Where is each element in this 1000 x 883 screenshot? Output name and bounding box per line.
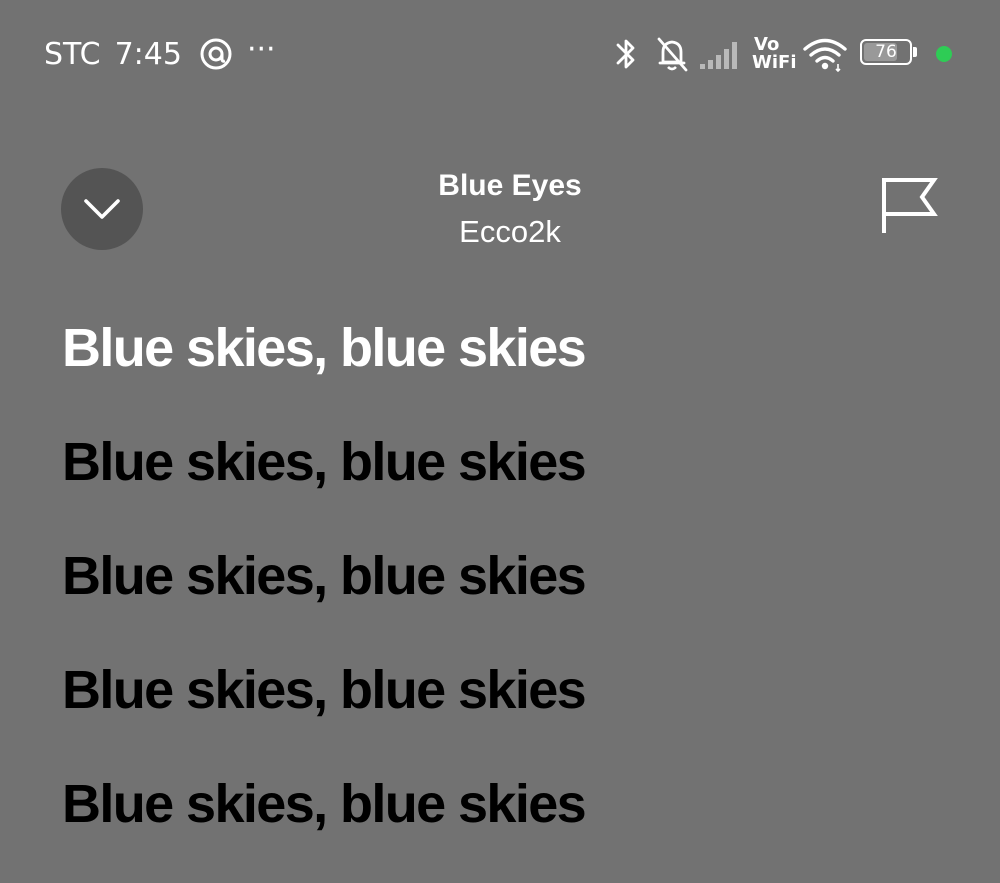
track-title: Blue Eyes (438, 169, 582, 202)
battery-icon: 76 (860, 39, 920, 69)
status-bar-left: STC 7:45 ··· (44, 32, 276, 76)
more-icon: ··· (246, 32, 276, 67)
battery-tip (913, 47, 917, 57)
wifi-icon (802, 35, 848, 73)
threads-icon (199, 37, 233, 71)
vowifi-bottom-label: WiFi (752, 52, 797, 73)
privacy-indicator-dot (936, 46, 952, 62)
carrier-name: STC (44, 36, 101, 72)
lyric-line[interactable]: Blue skies, blue skies (62, 427, 962, 497)
status-bar: STC 7:45 ··· Vo WiFi 76 (0, 0, 1000, 108)
lyric-line-active[interactable]: Blue skies, blue skies (62, 313, 962, 383)
report-lyrics-button[interactable] (876, 174, 942, 240)
signal-icon (698, 37, 744, 71)
track-artist[interactable]: Ecco2k (260, 212, 760, 252)
vowifi-indicator: Vo WiFi (752, 36, 797, 73)
lyric-line[interactable]: Blue skies, blue skies (62, 655, 962, 725)
chevron-down-icon (84, 199, 120, 219)
track-info: Blue Eyes Ecco2k (260, 166, 760, 252)
status-time: 7:45 (114, 36, 182, 72)
lyrics-list: Blue skies, blue skies Blue skies, blue s… (62, 313, 962, 883)
collapse-button[interactable] (61, 168, 143, 250)
lyric-line[interactable]: Blue skies, blue skies (62, 769, 962, 839)
lyric-line[interactable]: Blue skies, blue skies (62, 541, 962, 611)
notifications-off-icon (654, 35, 690, 73)
battery-percent: 76 (875, 42, 897, 62)
status-bar-right: Vo WiFi 76 (612, 32, 952, 76)
flag-icon (882, 178, 938, 233)
bluetooth-icon (612, 35, 640, 73)
